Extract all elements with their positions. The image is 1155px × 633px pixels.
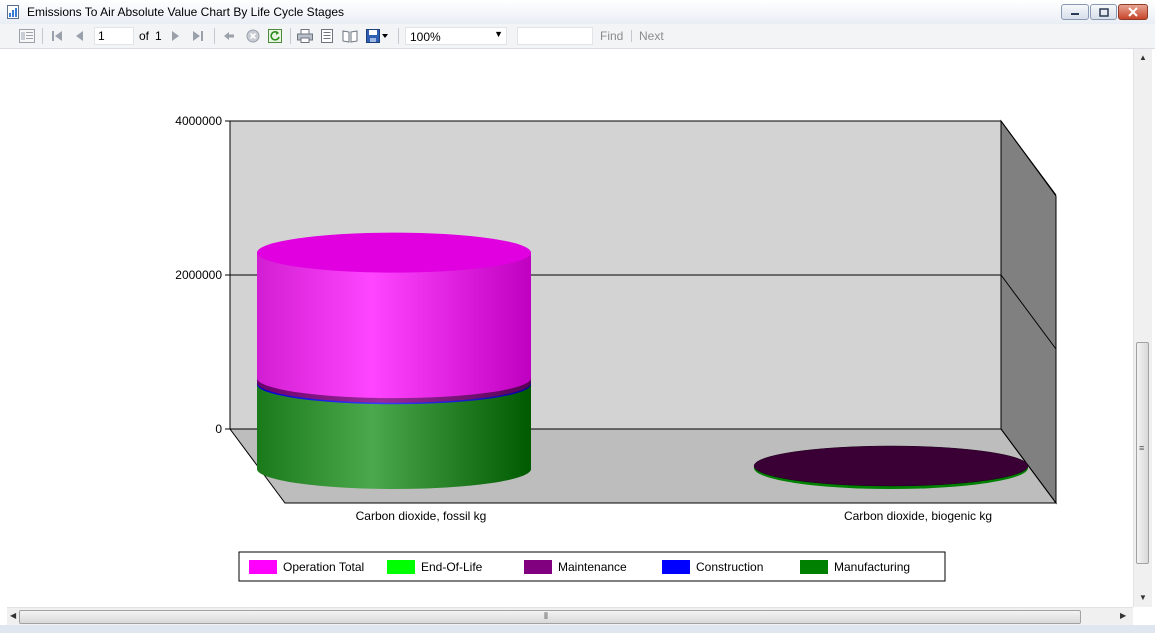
window-title: Emissions To Air Absolute Value Chart By… [27, 5, 345, 19]
x-tick-label: Carbon dioxide, fossil kg [356, 509, 487, 523]
maximize-button[interactable] [1090, 4, 1117, 20]
scroll-up-icon[interactable]: ▲ [1139, 53, 1147, 62]
find-link[interactable]: Find [600, 29, 623, 43]
stop-button[interactable] [245, 28, 261, 44]
export-button[interactable] [364, 28, 390, 44]
refresh-icon [268, 29, 282, 43]
y-tick-label: 0 [215, 422, 222, 436]
legend-swatch [387, 560, 415, 574]
page-setup-button[interactable] [341, 28, 359, 44]
current-page-input[interactable] [94, 27, 134, 45]
print-layout-button[interactable] [319, 28, 335, 44]
zoom-select[interactable]: 100% ▼ [405, 27, 507, 45]
grip-icon: ⦀ [544, 611, 548, 621]
print-layout-icon [321, 29, 333, 43]
find-input[interactable] [517, 27, 593, 45]
last-page-icon [193, 31, 203, 41]
bar-segment [257, 252, 531, 399]
back-arrow-icon [224, 32, 234, 40]
previous-page-button[interactable] [72, 28, 86, 44]
y-tick-label: 2000000 [175, 268, 222, 282]
chart: 0 2000000 4000000 Carbon dioxide, fossil k… [175, 114, 1057, 582]
report-viewport: 0 2000000 4000000 Carbon dioxide, fossil k… [0, 49, 1133, 607]
report-toolbar: of 1 100% ▼ Find Next [0, 24, 1155, 49]
bar-top-cap [753, 445, 1029, 487]
first-page-button[interactable] [50, 28, 64, 44]
report-icon [7, 5, 19, 19]
scroll-down-icon[interactable]: ▼ [1139, 593, 1147, 602]
grip-icon: ≡ [1139, 443, 1145, 453]
scroll-right-icon[interactable]: ▶ [1120, 611, 1126, 620]
legend-swatch [524, 560, 552, 574]
vertical-scrollbar[interactable]: ▲ ≡ ▼ [1133, 49, 1152, 607]
minimize-icon [1071, 13, 1079, 15]
bar-group [257, 232, 531, 489]
window-titlebar: Emissions To Air Absolute Value Chart By… [0, 0, 1155, 25]
window-bottom-border [0, 625, 1155, 633]
legend-swatch [249, 560, 277, 574]
x-axis: Carbon dioxide, fossil kg Carbon dioxide,… [356, 509, 992, 523]
y-tick-label: 4000000 [175, 114, 222, 128]
legend-swatch [662, 560, 690, 574]
x-tick-label: Carbon dioxide, biogenic kg [844, 509, 992, 523]
close-button[interactable] [1118, 4, 1148, 20]
dropdown-arrow-icon [381, 34, 388, 38]
next-page-button[interactable] [169, 28, 183, 44]
y-axis: 0 2000000 4000000 [175, 114, 230, 436]
horizontal-scroll-thumb[interactable]: ⦀ [19, 610, 1081, 624]
chart-legend: Operation Total End-Of-Life Maintenance Con… [238, 551, 946, 582]
scroll-left-icon[interactable]: ◀ [10, 611, 16, 620]
legend-label: Manufacturing [834, 560, 910, 574]
print-button[interactable] [296, 28, 314, 44]
last-page-button[interactable] [191, 28, 205, 44]
refresh-button[interactable] [267, 28, 283, 44]
bar-group [753, 445, 1029, 489]
document-map-button[interactable] [18, 28, 36, 44]
save-disk-icon [365, 29, 380, 43]
legend-label: Maintenance [558, 560, 627, 574]
page-setup-icon [342, 30, 358, 43]
chevron-down-icon: ▼ [494, 29, 503, 39]
vertical-scroll-thumb[interactable]: ≡ [1136, 342, 1149, 564]
next-page-icon [172, 31, 179, 41]
horizontal-scrollbar[interactable]: ◀ ⦀ ▶ [7, 607, 1133, 626]
printer-icon [297, 29, 313, 43]
total-pages-label: 1 [155, 29, 162, 43]
legend-label: Operation Total [283, 560, 364, 574]
legend-label: Construction [696, 560, 763, 574]
bar-top-cap [257, 232, 531, 273]
legend-label: End-Of-Life [421, 560, 483, 574]
back-button[interactable] [222, 28, 236, 44]
zoom-value: 100% [410, 30, 441, 44]
next-link[interactable]: Next [639, 29, 664, 43]
document-map-icon [19, 29, 35, 43]
legend-swatch [800, 560, 828, 574]
stop-icon [246, 29, 260, 43]
first-page-icon [52, 31, 62, 41]
minimize-button[interactable] [1061, 4, 1089, 20]
maximize-icon [1098, 7, 1109, 17]
previous-page-icon [76, 31, 83, 41]
page-of-label: of [139, 29, 150, 43]
close-icon [1128, 7, 1138, 17]
